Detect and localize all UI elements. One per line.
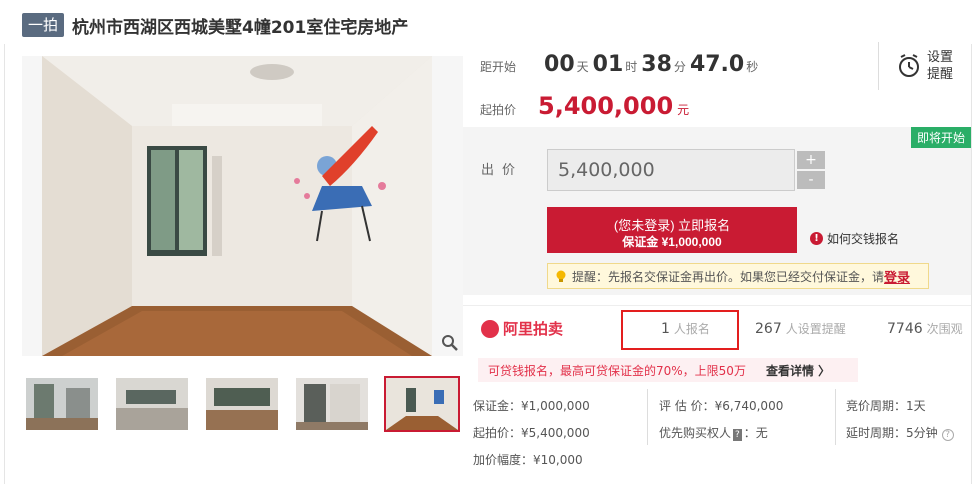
status-badge: 即将开始 — [910, 127, 971, 148]
signup-button[interactable]: (您未登录) 立即报名 保证金 ¥1,000,000 — [547, 207, 797, 253]
auction-stats: 阿里拍卖 1 人报名 267 人设置提醒 7746 次围观 — [463, 305, 971, 353]
increment-detail: 加价幅度：¥10,000 — [473, 453, 583, 467]
reminder-label: 设置 提醒 — [927, 49, 953, 83]
info-icon: ! — [810, 232, 823, 245]
ali-logo-icon — [481, 319, 499, 338]
bid-cycle-detail: 竞价周期：1天 — [846, 399, 926, 413]
how-to-pay-label: 如何交钱报名 — [827, 232, 900, 246]
reminder-count-num: 267 — [755, 321, 782, 337]
left-frame-line — [4, 44, 5, 484]
alarm-clock-icon — [899, 54, 919, 77]
countdown-hours: 01 — [592, 52, 624, 77]
priority-buyer-value: ：无 — [743, 426, 768, 440]
view-count-num: 7746 — [887, 321, 923, 337]
countdown-minutes-unit: 分 — [673, 60, 686, 74]
title-bar: 一拍 杭州市西湖区西城美墅4幢201室住宅房地产 — [22, 12, 408, 38]
thumbnail-4[interactable] — [296, 378, 368, 430]
countdown: 距开始 00 天 01 时 38 分 47.0 秒 — [480, 52, 758, 82]
priority-buyer-detail: 优先购买权人? ：无 — [659, 424, 768, 441]
help-icon[interactable]: ? — [941, 429, 954, 441]
countdown-days-unit: 天 — [576, 60, 589, 74]
reminder-count: 267 人设置提醒 — [755, 320, 846, 337]
loan-details-link[interactable]: 查看详情 〉 — [766, 362, 830, 379]
view-count-label: 次围观 — [926, 322, 963, 336]
ali-auction-logo: 阿里拍卖 — [481, 318, 563, 339]
priority-buyer-label: 优先购买权人 — [659, 426, 732, 440]
login-tip: 提醒：先报名交保证金再出价。如果您已经交付保证金，请 登录 — [547, 263, 929, 289]
loan-text: 可贷钱报名，最高可贷保证金的70%，上限50万 — [488, 363, 746, 378]
delay-cycle-text: 延时周期：5分钟 — [846, 426, 938, 440]
page-title: 杭州市西湖区西城美墅4幢201室住宅房地产 — [72, 17, 409, 38]
countdown-minutes: 38 — [641, 52, 672, 77]
delay-cycle-detail: 延时周期：5分钟? — [846, 424, 954, 441]
column-divider-1 — [647, 389, 648, 445]
start-price-unit: 元 — [677, 103, 690, 117]
appraisal-detail: 评 估 价：¥6,740,000 — [659, 399, 784, 413]
countdown-days: 00 — [544, 52, 575, 77]
room-photo-illustration — [22, 56, 463, 356]
signup-count: 1 人报名 — [661, 320, 710, 337]
signup-count-label: 人报名 — [673, 322, 710, 336]
signup-main-label: (您未登录) 立即报名 — [613, 217, 731, 233]
auction-details: 保证金：¥1,000,000 起拍价：¥5,400,000 加价幅度：¥10,0… — [463, 387, 971, 477]
view-count: 7746 次围观 — [887, 320, 963, 337]
thumbnail-2[interactable] — [116, 378, 188, 430]
auction-round-tag: 一拍 — [22, 13, 65, 37]
zoom-icon[interactable] — [441, 334, 459, 352]
countdown-hours-unit: 时 — [625, 60, 638, 74]
priority-info-icon[interactable]: ? — [733, 429, 742, 441]
bid-amount-input[interactable]: 5,400,000 — [547, 149, 795, 191]
bid-label: 出价 — [481, 163, 524, 178]
start-price: 起拍价 5,400,000 元 — [480, 92, 689, 122]
bid-stepper: + - — [797, 151, 825, 189]
login-link[interactable]: 登录 — [884, 267, 910, 286]
main-property-photo[interactable] — [22, 56, 463, 356]
thumbnail-1[interactable] — [26, 378, 98, 430]
how-to-pay-link[interactable]: ! 如何交钱报名 — [810, 230, 899, 247]
deposit-detail: 保证金：¥1,000,000 — [473, 399, 590, 413]
column-divider-2 — [835, 389, 836, 445]
lightbulb-icon — [556, 270, 566, 282]
ali-logo-text: 阿里拍卖 — [503, 320, 564, 338]
tip-text: 提醒：先报名交保证金再出价。如果您已经交付保证金，请 — [572, 269, 885, 284]
decrease-bid-button[interactable]: - — [797, 171, 825, 189]
bid-panel: 即将开始 出价 5,400,000 + - (您未登录) 立即报名 保证金 ¥1… — [463, 127, 971, 295]
thumbnail-3[interactable] — [206, 378, 278, 430]
right-frame-line — [971, 44, 972, 484]
reminder-count-label: 人设置提醒 — [785, 322, 846, 336]
set-reminder-button[interactable]: 设置 提醒 — [878, 42, 958, 90]
countdown-seconds: 47.0 — [689, 52, 745, 77]
start-price-detail: 起拍价：¥5,400,000 — [473, 426, 590, 440]
countdown-label: 距开始 — [480, 60, 517, 74]
start-price-label: 起拍价 — [480, 103, 517, 117]
reminder-line-2: 提醒 — [927, 67, 954, 82]
signup-deposit-label: 保证金 ¥1,000,000 — [622, 234, 722, 249]
reminder-line-1: 设置 — [927, 50, 954, 65]
increase-bid-button[interactable]: + — [797, 151, 825, 169]
thumbnail-5-selected[interactable] — [384, 376, 460, 432]
countdown-seconds-unit: 秒 — [746, 60, 759, 74]
signup-count-num: 1 — [661, 321, 670, 337]
start-price-value: 5,400,000 — [538, 92, 674, 120]
thumbnail-strip — [22, 374, 463, 436]
